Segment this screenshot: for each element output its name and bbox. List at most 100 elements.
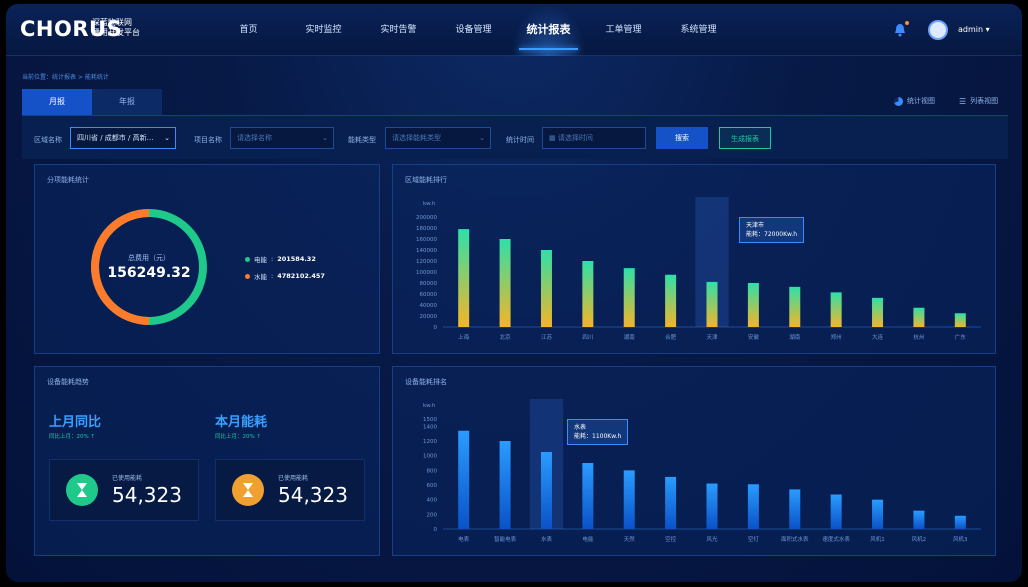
nav-realtime-alarm[interactable]: 实时告警 (361, 4, 436, 56)
device-bar[interactable] (872, 499, 884, 529)
device-bar[interactable] (913, 510, 925, 529)
generate-report-button[interactable]: 生成报表 (719, 127, 771, 149)
region-bar[interactable] (789, 286, 801, 327)
tab-monthly[interactable]: 月报 (22, 89, 92, 115)
device-y-tick-label: 400 (427, 498, 438, 504)
region-y-tick-label: 80000 (420, 281, 438, 287)
region-y-tick-label: 60000 (420, 292, 438, 298)
tab-yearly[interactable]: 年报 (92, 89, 162, 115)
device-x-tick-label: 电能 (582, 535, 594, 543)
stat-value: 54,323 (278, 483, 348, 507)
list-icon: ☰ (959, 96, 967, 106)
device-bar[interactable] (789, 489, 801, 529)
device-bar[interactable] (954, 515, 966, 529)
search-button[interactable]: 搜索 (656, 127, 708, 149)
region-x-tick-label: 天津 (706, 334, 718, 341)
legend-dot (245, 273, 250, 279)
region-x-tick-label: 四川 (582, 334, 593, 341)
logo-subtitle: 深蓝物联网 通用开发平台 (92, 18, 140, 37)
time-picker[interactable]: ▦ 请选择时间 (542, 127, 646, 149)
device-bar[interactable] (582, 463, 594, 529)
device-bar[interactable] (830, 494, 842, 529)
list-view-button[interactable]: ☰ 列表视图 (959, 96, 998, 106)
avatar[interactable] (928, 20, 948, 40)
region-bar[interactable] (623, 268, 635, 327)
this-month-title: 本月能耗 (215, 415, 268, 430)
device-x-tick-label: 空灯 (748, 535, 760, 543)
device-bar[interactable] (499, 441, 511, 529)
region-bar-chart: kw.h 0 20000 40000 60000 80000 100000 120000 140… (416, 197, 981, 341)
region-x-tick-label: 湖南 (789, 333, 801, 341)
region-bar[interactable] (954, 313, 966, 327)
device-x-tick-label: 智能电表 (494, 535, 517, 543)
region-x-tick-label: 北京 (500, 333, 512, 341)
device-bar[interactable] (623, 470, 635, 529)
device-bar[interactable] (747, 484, 759, 529)
device-bar[interactable] (458, 430, 470, 529)
region-bar[interactable] (458, 229, 470, 327)
panel-title: 设备能耗排名 (405, 378, 447, 386)
region-y-tick-label: 120000 (416, 259, 437, 265)
device-bar[interactable] (540, 452, 552, 529)
region-y-tick-label: 100000 (416, 270, 437, 276)
region-x-tick-label: 安徽 (748, 333, 760, 341)
device-x-tick-label: 天然 (624, 535, 636, 543)
region-bar[interactable] (540, 250, 552, 327)
project-select[interactable]: 请选择名称 ⌄ (230, 127, 334, 149)
region-y-tick-label: 180000 (416, 226, 437, 232)
region-x-tick-label: 江苏 (541, 333, 553, 341)
app-window: CHORUS 深蓝物联网 通用开发平台 首页 实时监控 实时告警 设备管理 统计… (6, 4, 1022, 582)
device-y-tick-label: 1000 (423, 454, 437, 460)
nav-work-order[interactable]: 工单管理 (586, 4, 661, 56)
nav-statistics-report[interactable]: 统计报表 (511, 4, 586, 56)
region-bar[interactable] (706, 281, 718, 327)
region-bar[interactable] (665, 274, 677, 327)
region-ranking-panel: 区域能耗排行 kw.h 0 20000 40000 60000 80000 100000 12… (392, 164, 996, 354)
device-y-tick-label: 200 (427, 512, 438, 518)
region-x-tick-label: 杭州 (913, 333, 924, 341)
energy-trend-panel: 设备能耗趋势 上月同比 同比上月：20% ↑ 本月能耗 同比上月：20% ↑ 已… (34, 366, 380, 556)
region-bar[interactable] (499, 239, 511, 327)
total-cost-value: 156249.32 (107, 265, 191, 281)
stat-view-button[interactable]: 统计视图 (894, 96, 935, 106)
region-bar[interactable] (830, 292, 842, 327)
breadcrumb: 当前位置：统计报表 > 能耗统计 (22, 74, 109, 81)
region-tooltip: 天津市 能耗：72000Kw.h (739, 217, 805, 243)
hourglass-icon (66, 474, 98, 506)
region-x-tick-label: 大连 (872, 333, 884, 341)
user-menu[interactable]: admin ▾ (958, 25, 990, 34)
region-bar[interactable] (872, 297, 884, 327)
total-cost-label: 总费用（元） (128, 254, 170, 262)
nav-home[interactable]: 首页 (211, 4, 286, 56)
project-label: 项目名称 (194, 136, 222, 144)
pie-icon (894, 96, 903, 106)
stat-card-this-month: 已使用能耗 54,323 (215, 459, 365, 521)
device-x-tick-label: 风光 (706, 535, 718, 543)
device-ranking-panel: 设备能耗排名 kw.h 0 200 400 600 800 1000 1200 1400 1500… (392, 366, 996, 556)
region-bar[interactable] (582, 261, 594, 327)
chevron-down-icon: ⌄ (479, 134, 485, 142)
device-x-tick-label: 风机1 (870, 535, 885, 543)
device-y-tick-label: 800 (427, 468, 438, 474)
region-bar[interactable] (747, 283, 759, 327)
chevron-down-icon: ⌄ (164, 134, 170, 142)
calendar-icon: ▦ (549, 134, 558, 142)
notification-dot (905, 21, 909, 25)
nav-device-management[interactable]: 设备管理 (436, 4, 511, 56)
nav-realtime-monitor[interactable]: 实时监控 (286, 4, 361, 56)
panel-title: 区域能耗排行 (405, 176, 447, 184)
device-y-tick-label: 1400 (423, 424, 437, 430)
energy-type-select[interactable]: 请选择能耗类型 ⌄ (385, 127, 491, 149)
device-x-tick-label: 空控 (665, 535, 677, 543)
region-bar[interactable] (913, 307, 925, 327)
device-bar[interactable] (706, 483, 718, 529)
bell-icon[interactable] (894, 23, 906, 37)
time-label: 统计时间 (506, 136, 534, 144)
region-x-tick-label: 湖南 (624, 333, 636, 341)
device-bar[interactable] (665, 476, 677, 529)
region-x-tick-label: 郑州 (831, 333, 842, 341)
device-y-axis-label: kw.h (423, 403, 436, 409)
region-x-tick-label: 上海 (458, 333, 470, 341)
area-select[interactable]: 四川省 / 成都市 / 高新… ⌄ (70, 127, 176, 149)
nav-system-management[interactable]: 系统管理 (661, 4, 736, 56)
